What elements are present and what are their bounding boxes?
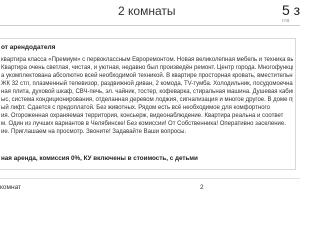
description-line: ие. Приглашаем на просмотр. Звоните! Зад…	[1, 129, 187, 135]
description-line: ия. Огороженная охраняемая территория, к…	[1, 113, 284, 119]
description-line: а укомплектована абсолютно всей необходи…	[1, 73, 293, 79]
description-line: квартира класса «Премиум» с первоклассны…	[1, 57, 293, 63]
price-text: 5 з	[282, 2, 301, 18]
description-line: ЖК 32 стл, плазменный телевизор, раздвиж…	[1, 81, 293, 87]
price-subtext: гла	[282, 18, 290, 24]
rooms-param-value: 2	[200, 184, 204, 191]
owner-header: от арендодателя	[1, 44, 56, 51]
rooms-param-label: комнат	[0, 184, 22, 191]
listing-description-card: от арендодателя квартира класса «Премиум…	[0, 38, 296, 170]
description-line: ыс, система кондиционирования, отделанна…	[1, 97, 293, 103]
listing-title[interactable]: 2 комнаты	[118, 4, 175, 18]
top-bar: 2 комнаты 5 з гла	[0, 0, 300, 26]
description-line: Квартира очень светлая, чистая, и уютная…	[1, 65, 293, 71]
rental-terms: ная аренда, комиссия 0%, КУ включены в с…	[1, 155, 198, 162]
description-line: м. Один из лучших вариантов в Челябинске…	[1, 121, 286, 127]
description-line: ый лифт. Сдается с предоплатой. Без живо…	[1, 105, 270, 111]
description-line: ная плита, духовой шкаф, СВЧ-печь, эл. ч…	[1, 89, 293, 95]
description-text: квартира класса «Премиум» с первоклассны…	[1, 56, 293, 136]
divider	[0, 178, 300, 179]
